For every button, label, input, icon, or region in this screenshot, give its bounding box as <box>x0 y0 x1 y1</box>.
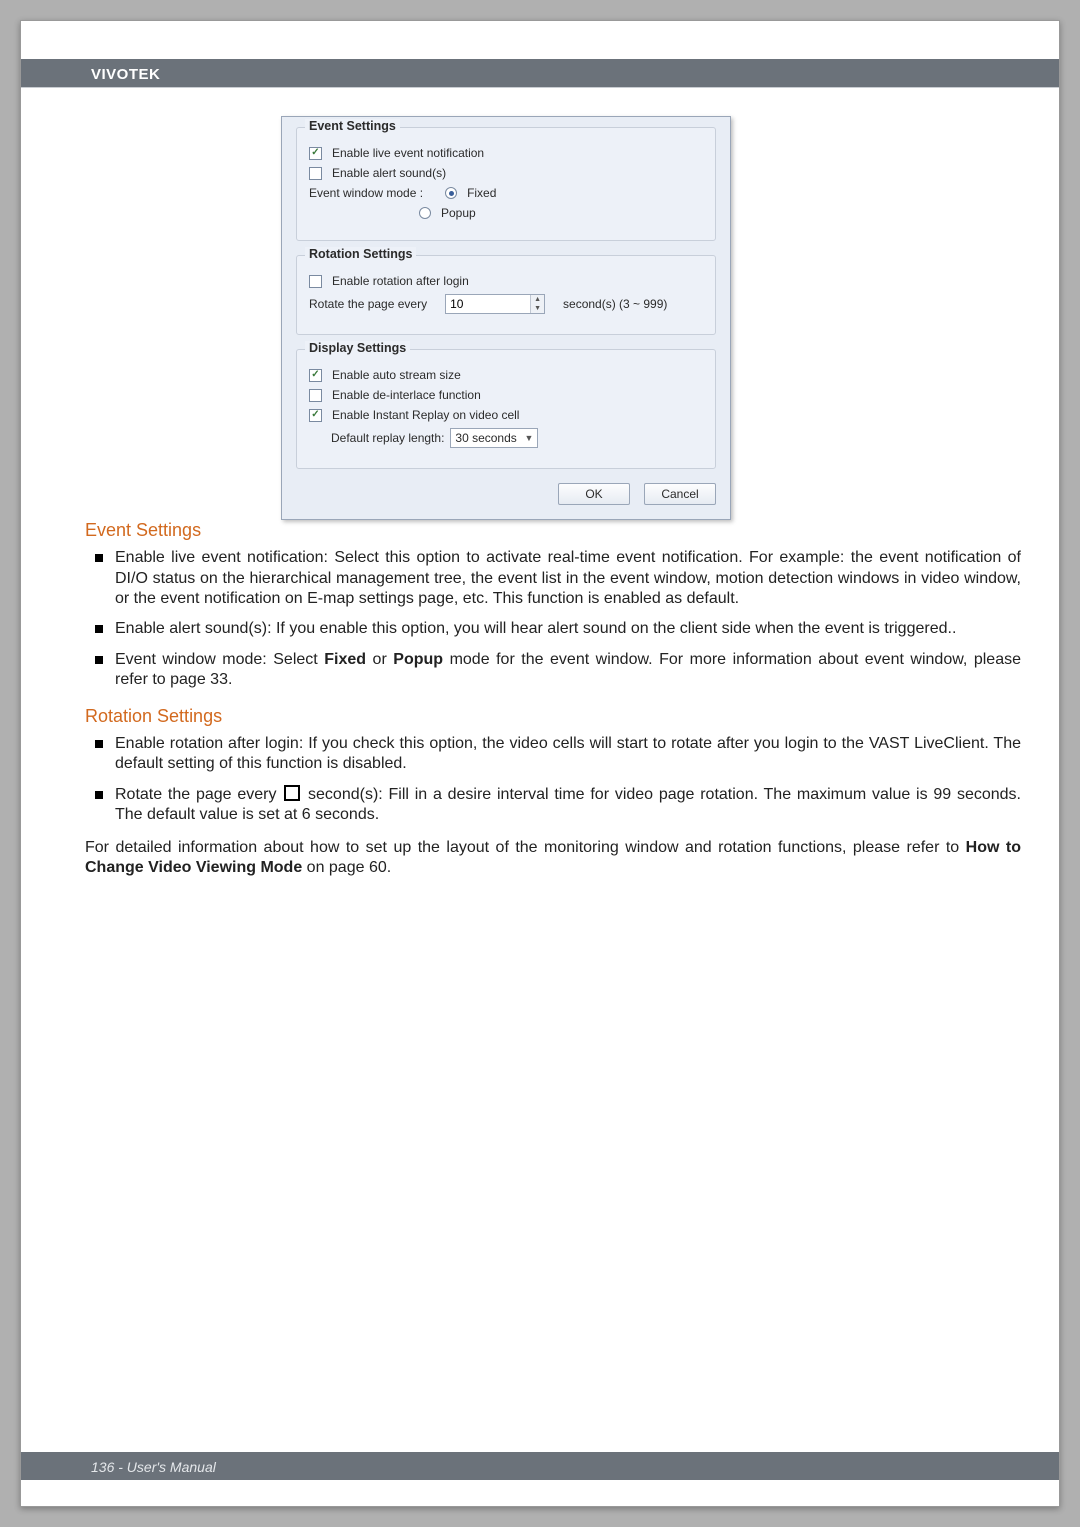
replay-length-select[interactable]: 30 seconds ▼ <box>450 428 538 448</box>
rotate-interval-spinner[interactable]: ▲ ▼ <box>445 294 545 314</box>
brand-label: VIVOTEK <box>91 66 160 83</box>
ok-button[interactable]: OK <box>558 483 630 505</box>
enable-rotation-checkbox[interactable] <box>309 275 322 288</box>
rotation-bullet-2: Rotate the page every second(s): Fill in… <box>85 785 1021 826</box>
blank-box-icon <box>284 785 300 801</box>
event-bullet-1: Enable live event notification: Select t… <box>85 548 1021 609</box>
event-bullet-2: Enable alert sound(s): If you enable thi… <box>85 619 1021 639</box>
page: VIVOTEK Event Settings Enable live event… <box>20 20 1060 1507</box>
cancel-button[interactable]: Cancel <box>644 483 716 505</box>
event-settings-group: Event Settings Enable live event notific… <box>296 127 716 241</box>
event-bullet-3: Event window mode: Select Fixed or Popup… <box>85 650 1021 691</box>
enable-alert-sound-checkbox[interactable] <box>309 167 322 180</box>
display-settings-title: Display Settings <box>305 341 410 355</box>
event-window-mode-label: Event window mode : <box>309 186 423 200</box>
rotate-every-label: Rotate the page every <box>309 297 427 311</box>
rotate-interval-input[interactable] <box>446 295 530 313</box>
display-settings-group: Display Settings Enable auto stream size… <box>296 349 716 469</box>
spinner-buttons[interactable]: ▲ ▼ <box>530 295 544 313</box>
auto-stream-label: Enable auto stream size <box>332 368 461 382</box>
enable-alert-sound-label: Enable alert sound(s) <box>332 166 446 180</box>
footer-text: 136 - User's Manual <box>91 1459 216 1475</box>
event-settings-heading: Event Settings <box>85 519 1021 542</box>
rotation-settings-group: Rotation Settings Enable rotation after … <box>296 255 716 335</box>
header-strip <box>21 59 1059 87</box>
detail-paragraph: For detailed information about how to se… <box>85 838 1021 879</box>
dialog-button-bar: OK Cancel <box>296 483 716 505</box>
chevron-down-icon[interactable]: ▼ <box>531 304 544 313</box>
auto-stream-checkbox[interactable] <box>309 369 322 382</box>
instant-replay-label: Enable Instant Replay on video cell <box>332 408 519 422</box>
header-divider <box>21 87 1059 88</box>
enable-rotation-label: Enable rotation after login <box>332 274 469 288</box>
rotate-interval-suffix: second(s) (3 ~ 999) <box>563 297 667 311</box>
deinterlace-checkbox[interactable] <box>309 389 322 402</box>
event-mode-popup-label: Popup <box>441 206 476 220</box>
event-settings-title: Event Settings <box>305 119 400 133</box>
document-body: Event Settings Enable live event notific… <box>85 519 1021 883</box>
rotation-settings-heading: Rotation Settings <box>85 705 1021 728</box>
enable-live-event-checkbox[interactable] <box>309 147 322 160</box>
replay-length-value: 30 seconds <box>455 431 516 445</box>
deinterlace-label: Enable de-interlace function <box>332 388 481 402</box>
rotation-bullet-1: Enable rotation after login: If you chec… <box>85 734 1021 775</box>
instant-replay-checkbox[interactable] <box>309 409 322 422</box>
replay-length-label: Default replay length: <box>331 431 444 445</box>
chevron-down-icon: ▼ <box>524 433 533 443</box>
event-mode-fixed-radio[interactable] <box>445 187 457 199</box>
settings-dialog: Event Settings Enable live event notific… <box>281 116 731 520</box>
rotation-settings-title: Rotation Settings <box>305 247 416 261</box>
event-mode-popup-radio[interactable] <box>419 207 431 219</box>
enable-live-event-label: Enable live event notification <box>332 146 484 160</box>
chevron-up-icon[interactable]: ▲ <box>531 295 544 304</box>
event-mode-fixed-label: Fixed <box>467 186 496 200</box>
